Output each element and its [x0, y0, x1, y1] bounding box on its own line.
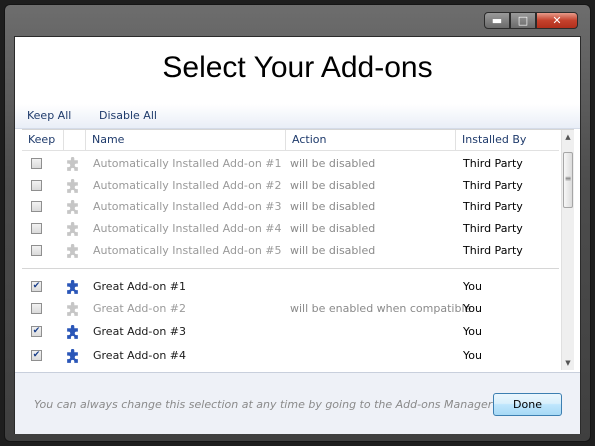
table-row[interactable]: Automatically Installed Add-on #3 will be… [22, 197, 559, 219]
puzzle-piece-icon [67, 244, 78, 258]
close-button[interactable]: ✕ [536, 12, 578, 29]
table-row[interactable]: Automatically Installed Add-on #5 will be… [22, 241, 559, 263]
caption-buttons: ▬ □ ✕ [484, 12, 578, 29]
puzzle-piece-icon [67, 157, 78, 171]
dialog-footer: You can always change this selection at … [15, 372, 580, 434]
addon-installed-by: You [463, 280, 482, 293]
addon-name: Great Add-on #1 [93, 280, 187, 293]
addon-installed-by: Third Party [463, 157, 523, 170]
keep-checkbox[interactable] [31, 223, 42, 234]
column-header-installed-by[interactable]: Installed By [456, 130, 559, 150]
group-separator [22, 268, 559, 269]
toolbar: Keep All Disable All [15, 104, 580, 129]
puzzle-piece-icon [67, 200, 78, 214]
puzzle-piece-icon [67, 179, 78, 193]
dialog-title: Select Your Add-ons [162, 51, 433, 84]
keep-checkbox[interactable] [31, 180, 42, 191]
keep-checkbox[interactable] [31, 303, 42, 314]
addon-name: Automatically Installed Add-on #1 [93, 157, 282, 170]
addon-action: will be disabled [290, 200, 376, 213]
dialog-content: Select Your Add-ons Keep All Disable All… [14, 36, 581, 434]
addon-installed-by: Third Party [463, 222, 523, 235]
addon-action: will be disabled [290, 222, 376, 235]
column-header-icon [64, 130, 86, 150]
addon-action: will be enabled when compatible [290, 302, 472, 315]
scrollbar-thumb[interactable]: ≡ [563, 152, 573, 208]
addon-installed-by: You [463, 325, 482, 338]
keep-checkbox[interactable] [31, 201, 42, 212]
maximize-button[interactable]: □ [510, 12, 536, 29]
minimize-button[interactable]: ▬ [484, 12, 510, 29]
keep-checkbox[interactable]: ✔ [31, 281, 42, 292]
addon-name: Great Add-on #4 [93, 349, 187, 362]
keep-checkbox[interactable]: ✔ [31, 326, 42, 337]
addon-name: Great Add-on #2 [93, 302, 187, 315]
list-header: Keep Name Action Installed By [22, 130, 559, 151]
puzzle-piece-icon [67, 302, 78, 316]
puzzle-piece-icon [67, 349, 78, 363]
keep-checkbox[interactable]: ✔ [31, 350, 42, 361]
addon-installed-by: Third Party [463, 200, 523, 213]
scroll-down-arrow-icon[interactable]: ▼ [562, 356, 574, 370]
column-header-keep[interactable]: Keep [22, 130, 64, 150]
addon-action: will be disabled [290, 157, 376, 170]
column-header-action[interactable]: Action [286, 130, 456, 150]
disable-all-button[interactable]: Disable All [99, 109, 157, 122]
puzzle-piece-icon [67, 222, 78, 236]
addon-name: Automatically Installed Add-on #3 [93, 200, 282, 213]
addon-name: Automatically Installed Add-on #5 [93, 244, 282, 257]
addon-installed-by: You [463, 349, 482, 362]
puzzle-piece-icon [67, 325, 78, 339]
addon-name: Automatically Installed Add-on #2 [93, 179, 282, 192]
addon-name: Automatically Installed Add-on #4 [93, 222, 282, 235]
table-row[interactable]: Great Add-on #2 will be enabled when comp… [22, 299, 559, 321]
keep-checkbox[interactable] [31, 158, 42, 169]
column-header-name[interactable]: Name [86, 130, 286, 150]
table-row[interactable]: Automatically Installed Add-on #1 will be… [22, 154, 559, 176]
keep-checkbox[interactable] [31, 245, 42, 256]
vertical-scrollbar[interactable]: ▲ ≡ ▼ [561, 130, 574, 370]
addon-action: will be disabled [290, 179, 376, 192]
table-row[interactable]: ✔ Great Add-on #1 You [22, 277, 559, 299]
done-button[interactable]: Done [493, 393, 562, 416]
addon-action: will be disabled [290, 244, 376, 257]
table-row[interactable]: Automatically Installed Add-on #2 will be… [22, 176, 559, 198]
addon-name: Great Add-on #3 [93, 325, 187, 338]
table-row[interactable]: ✔ Great Add-on #4 You [22, 346, 559, 368]
scroll-up-arrow-icon[interactable]: ▲ [562, 130, 574, 144]
footer-note: You can always change this selection at … [34, 398, 493, 411]
addon-installed-by: Third Party [463, 244, 523, 257]
addons-dialog-window: ▬ □ ✕ Select Your Add-ons Keep All Disab… [4, 4, 591, 442]
addon-installed-by: Third Party [463, 179, 523, 192]
addon-installed-by: You [463, 302, 482, 315]
puzzle-piece-icon [67, 280, 78, 294]
addons-list: Keep Name Action Installed By Automatica… [22, 129, 574, 370]
keep-all-button[interactable]: Keep All [27, 109, 71, 122]
table-row[interactable]: Automatically Installed Add-on #4 will be… [22, 219, 559, 241]
table-row[interactable]: ✔ Great Add-on #3 You [22, 322, 559, 344]
